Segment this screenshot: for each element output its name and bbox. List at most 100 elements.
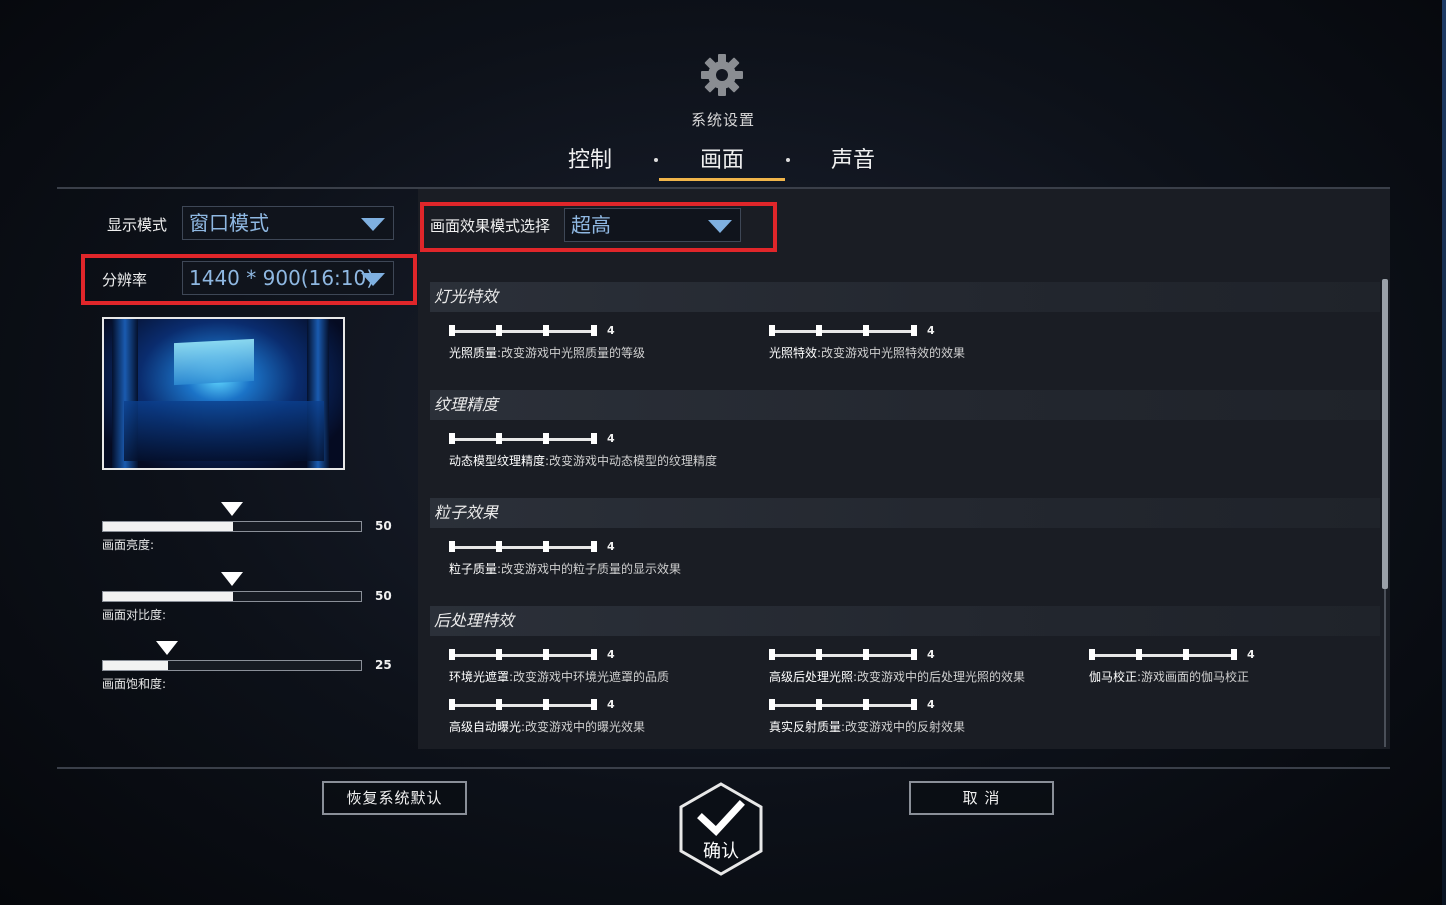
setting-desc-text: :改变游戏中光照质量的等级 [497, 346, 646, 360]
saturation-value: 25 [375, 658, 392, 672]
slider-step[interactable] [769, 649, 775, 660]
setting-description: 真实反射质量:改变游戏中的反射效果 [769, 718, 965, 735]
setting-lighting-effects[interactable]: 4 光照特效:改变游戏中光照特效的效果 [769, 324, 1069, 365]
setting-lighting-quality[interactable]: 4 光照质量:改变游戏中光照质量的等级 [449, 324, 749, 365]
slider-step[interactable] [1136, 649, 1142, 660]
brightness-label: 画面亮度: [102, 538, 155, 552]
resolution-dropdown[interactable]: 1440 * 900(16:10) [182, 261, 394, 295]
slider-handle[interactable] [591, 699, 597, 710]
slider-track[interactable] [449, 546, 597, 549]
slider-step[interactable] [496, 433, 502, 444]
contrast-slider[interactable]: 50 画面对比度: [102, 572, 392, 622]
slider-step[interactable] [543, 649, 549, 660]
slider-handle[interactable] [591, 433, 597, 444]
slider-step[interactable] [496, 699, 502, 710]
setting-reflection-quality[interactable]: 4 真实反射质量:改变游戏中的反射效果 [769, 698, 1069, 739]
section-particles: 粒子效果 [430, 498, 1380, 528]
slider-step[interactable] [449, 649, 455, 660]
slider-handle[interactable] [591, 649, 597, 660]
display-mode-label: 显示模式 [107, 216, 168, 234]
scrollbar-track[interactable] [1384, 589, 1386, 747]
setting-description: 高级后处理光照:改变游戏中的后处理光照的效果 [769, 668, 1025, 685]
slider-fill [103, 661, 168, 670]
slider-track[interactable] [769, 330, 917, 333]
brightness-value: 50 [375, 519, 392, 533]
saturation-slider[interactable]: 25 画面饱和度: [102, 641, 392, 691]
slider-track[interactable] [102, 521, 362, 532]
slider-step[interactable] [543, 433, 549, 444]
setting-desc-text: :改变游戏中的曝光效果 [521, 720, 646, 734]
brightness-slider[interactable]: 50 画面亮度: [102, 502, 392, 552]
setting-desc-text: :改变游戏中的粒子质量的显示效果 [497, 562, 682, 576]
slider-step[interactable] [863, 649, 869, 660]
slider-step[interactable] [769, 699, 775, 710]
slider-step[interactable] [496, 649, 502, 660]
section-lighting: 灯光特效 [430, 282, 1380, 312]
slider-step[interactable] [543, 325, 549, 336]
slider-step[interactable] [863, 699, 869, 710]
slider-step[interactable] [1089, 649, 1095, 660]
slider-step[interactable] [496, 325, 502, 336]
slider-track[interactable] [449, 704, 597, 707]
setting-description: 光照质量:改变游戏中光照质量的等级 [449, 344, 645, 361]
setting-name: 高级后处理光照 [769, 670, 854, 684]
slider-handle[interactable] [591, 541, 597, 552]
slider-track[interactable] [102, 591, 362, 602]
display-mode-dropdown[interactable]: 窗口模式 [182, 206, 394, 240]
scrollbar-thumb[interactable] [1382, 279, 1388, 589]
reset-defaults-button[interactable]: 恢复系统默认 [322, 781, 467, 815]
tab-control[interactable]: 控制 [545, 145, 635, 181]
section-texture: 纹理精度 [430, 390, 1380, 420]
slider-step[interactable] [1183, 649, 1189, 660]
slider-step[interactable] [816, 699, 822, 710]
slider-step[interactable] [543, 699, 549, 710]
slider-handle[interactable] [911, 649, 917, 660]
slider-step[interactable] [816, 649, 822, 660]
chevron-down-icon [361, 218, 385, 231]
cancel-button[interactable]: 取 消 [909, 781, 1054, 815]
slider-track[interactable] [102, 660, 362, 671]
slider-track[interactable] [1089, 654, 1237, 657]
tab-sound[interactable]: 声音 [808, 145, 898, 181]
slider-step[interactable] [449, 433, 455, 444]
setting-name: 光照质量 [449, 346, 498, 360]
slider-handle[interactable] [911, 699, 917, 710]
slider-step[interactable] [449, 325, 455, 336]
slider-handle[interactable] [591, 325, 597, 336]
slider-step[interactable] [769, 325, 775, 336]
slider-handle[interactable] [911, 325, 917, 336]
slider-handle[interactable] [221, 572, 243, 586]
saturation-label: 画面饱和度: [102, 677, 167, 691]
slider-step[interactable] [543, 541, 549, 552]
setting-ambient-occlusion[interactable]: 4 环境光遮罩:改变游戏中环境光遮罩的品质 [449, 648, 749, 689]
setting-gamma-correction[interactable]: 4 伽马校正:游戏画面的伽马校正 [1089, 648, 1369, 689]
setting-value: 4 [607, 648, 615, 661]
setting-dynamic-texture[interactable]: 4 动态模型纹理精度:改变游戏中动态模型的纹理精度 [449, 432, 749, 473]
tab-display[interactable]: 画面 [659, 145, 785, 181]
quality-mode-label: 画面效果模式选择 [430, 217, 551, 235]
slider-track[interactable] [449, 438, 597, 441]
setting-name: 伽马校正 [1089, 670, 1138, 684]
confirm-button[interactable]: 确认 [677, 781, 765, 877]
setting-value: 4 [927, 648, 935, 661]
slider-track[interactable] [449, 330, 597, 333]
slider-step[interactable] [863, 325, 869, 336]
setting-particle-quality[interactable]: 4 粒子质量:改变游戏中的粒子质量的显示效果 [449, 540, 749, 581]
quality-mode-dropdown[interactable]: 超高 [564, 208, 741, 242]
slider-step[interactable] [449, 699, 455, 710]
setting-advanced-post-lighting[interactable]: 4 高级后处理光照:改变游戏中的后处理光照的效果 [769, 648, 1069, 689]
slider-track[interactable] [769, 654, 917, 657]
slider-step[interactable] [816, 325, 822, 336]
slider-step[interactable] [496, 541, 502, 552]
gear-icon [699, 52, 745, 98]
slider-step[interactable] [449, 541, 455, 552]
slider-handle[interactable] [156, 641, 178, 655]
setting-desc-text: :游戏画面的伽马校正 [1137, 670, 1250, 684]
setting-auto-exposure[interactable]: 4 高级自动曝光:改变游戏中的曝光效果 [449, 698, 749, 739]
page-title: 系统设置 [690, 111, 755, 129]
slider-track[interactable] [769, 704, 917, 707]
slider-handle[interactable] [221, 502, 243, 516]
setting-desc-text: :改变游戏中的后处理光照的效果 [853, 670, 1026, 684]
slider-track[interactable] [449, 654, 597, 657]
slider-handle[interactable] [1231, 649, 1237, 660]
